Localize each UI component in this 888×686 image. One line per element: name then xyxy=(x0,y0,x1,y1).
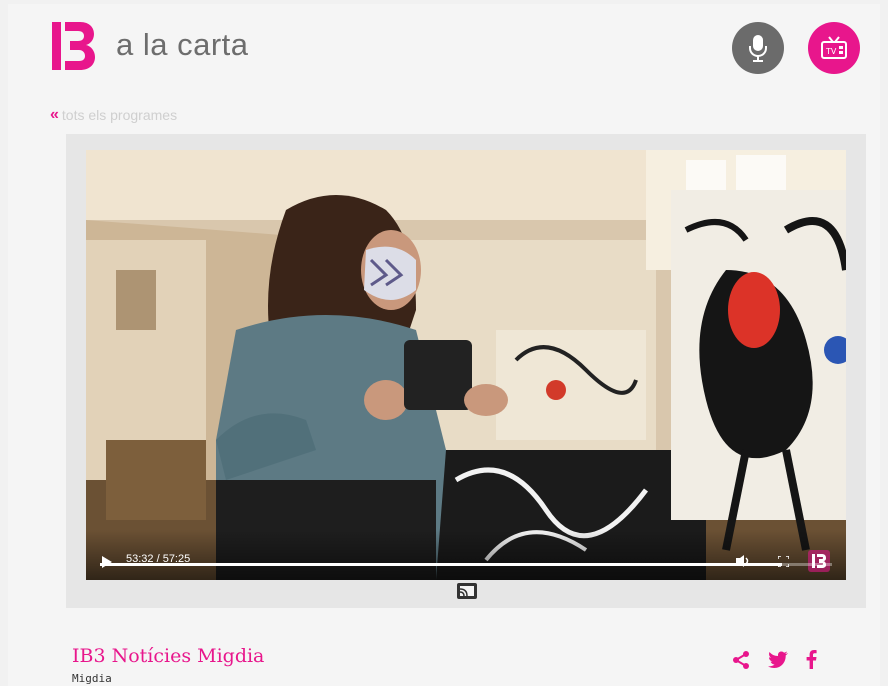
player-controls: 53:32 / 57:25 xyxy=(86,530,846,580)
progress-bar[interactable] xyxy=(100,563,832,566)
svg-text:TV: TV xyxy=(825,47,837,56)
back-link-label: tots els programes xyxy=(61,107,178,123)
tv-button[interactable]: TV xyxy=(808,22,860,74)
video-player[interactable]: 53:32 / 57:25 xyxy=(86,150,846,580)
play-icon[interactable] xyxy=(102,556,112,568)
twitter-icon[interactable] xyxy=(768,651,788,668)
ib3-logo[interactable] xyxy=(52,20,96,72)
cast-icon[interactable] xyxy=(456,582,478,600)
tv-icon: TV xyxy=(821,36,847,59)
brand-text: a la carta xyxy=(116,27,249,62)
share-row xyxy=(732,650,817,669)
program-subtitle: Migdia xyxy=(72,672,112,685)
radio-button[interactable] xyxy=(732,22,784,74)
facebook-icon[interactable] xyxy=(806,650,817,669)
ib3-watermark-icon xyxy=(808,550,830,572)
microphone-icon xyxy=(749,35,767,62)
share-icon[interactable] xyxy=(732,650,750,669)
ib3-logo-icon xyxy=(52,22,95,70)
back-to-programs-link[interactable]: « tots els programes xyxy=(50,106,177,124)
video-frame-image xyxy=(86,150,846,580)
progress-fill xyxy=(100,563,783,566)
program-title: IB3 Notícies Migdia xyxy=(72,645,265,667)
double-chevron-left-icon: « xyxy=(50,106,59,123)
